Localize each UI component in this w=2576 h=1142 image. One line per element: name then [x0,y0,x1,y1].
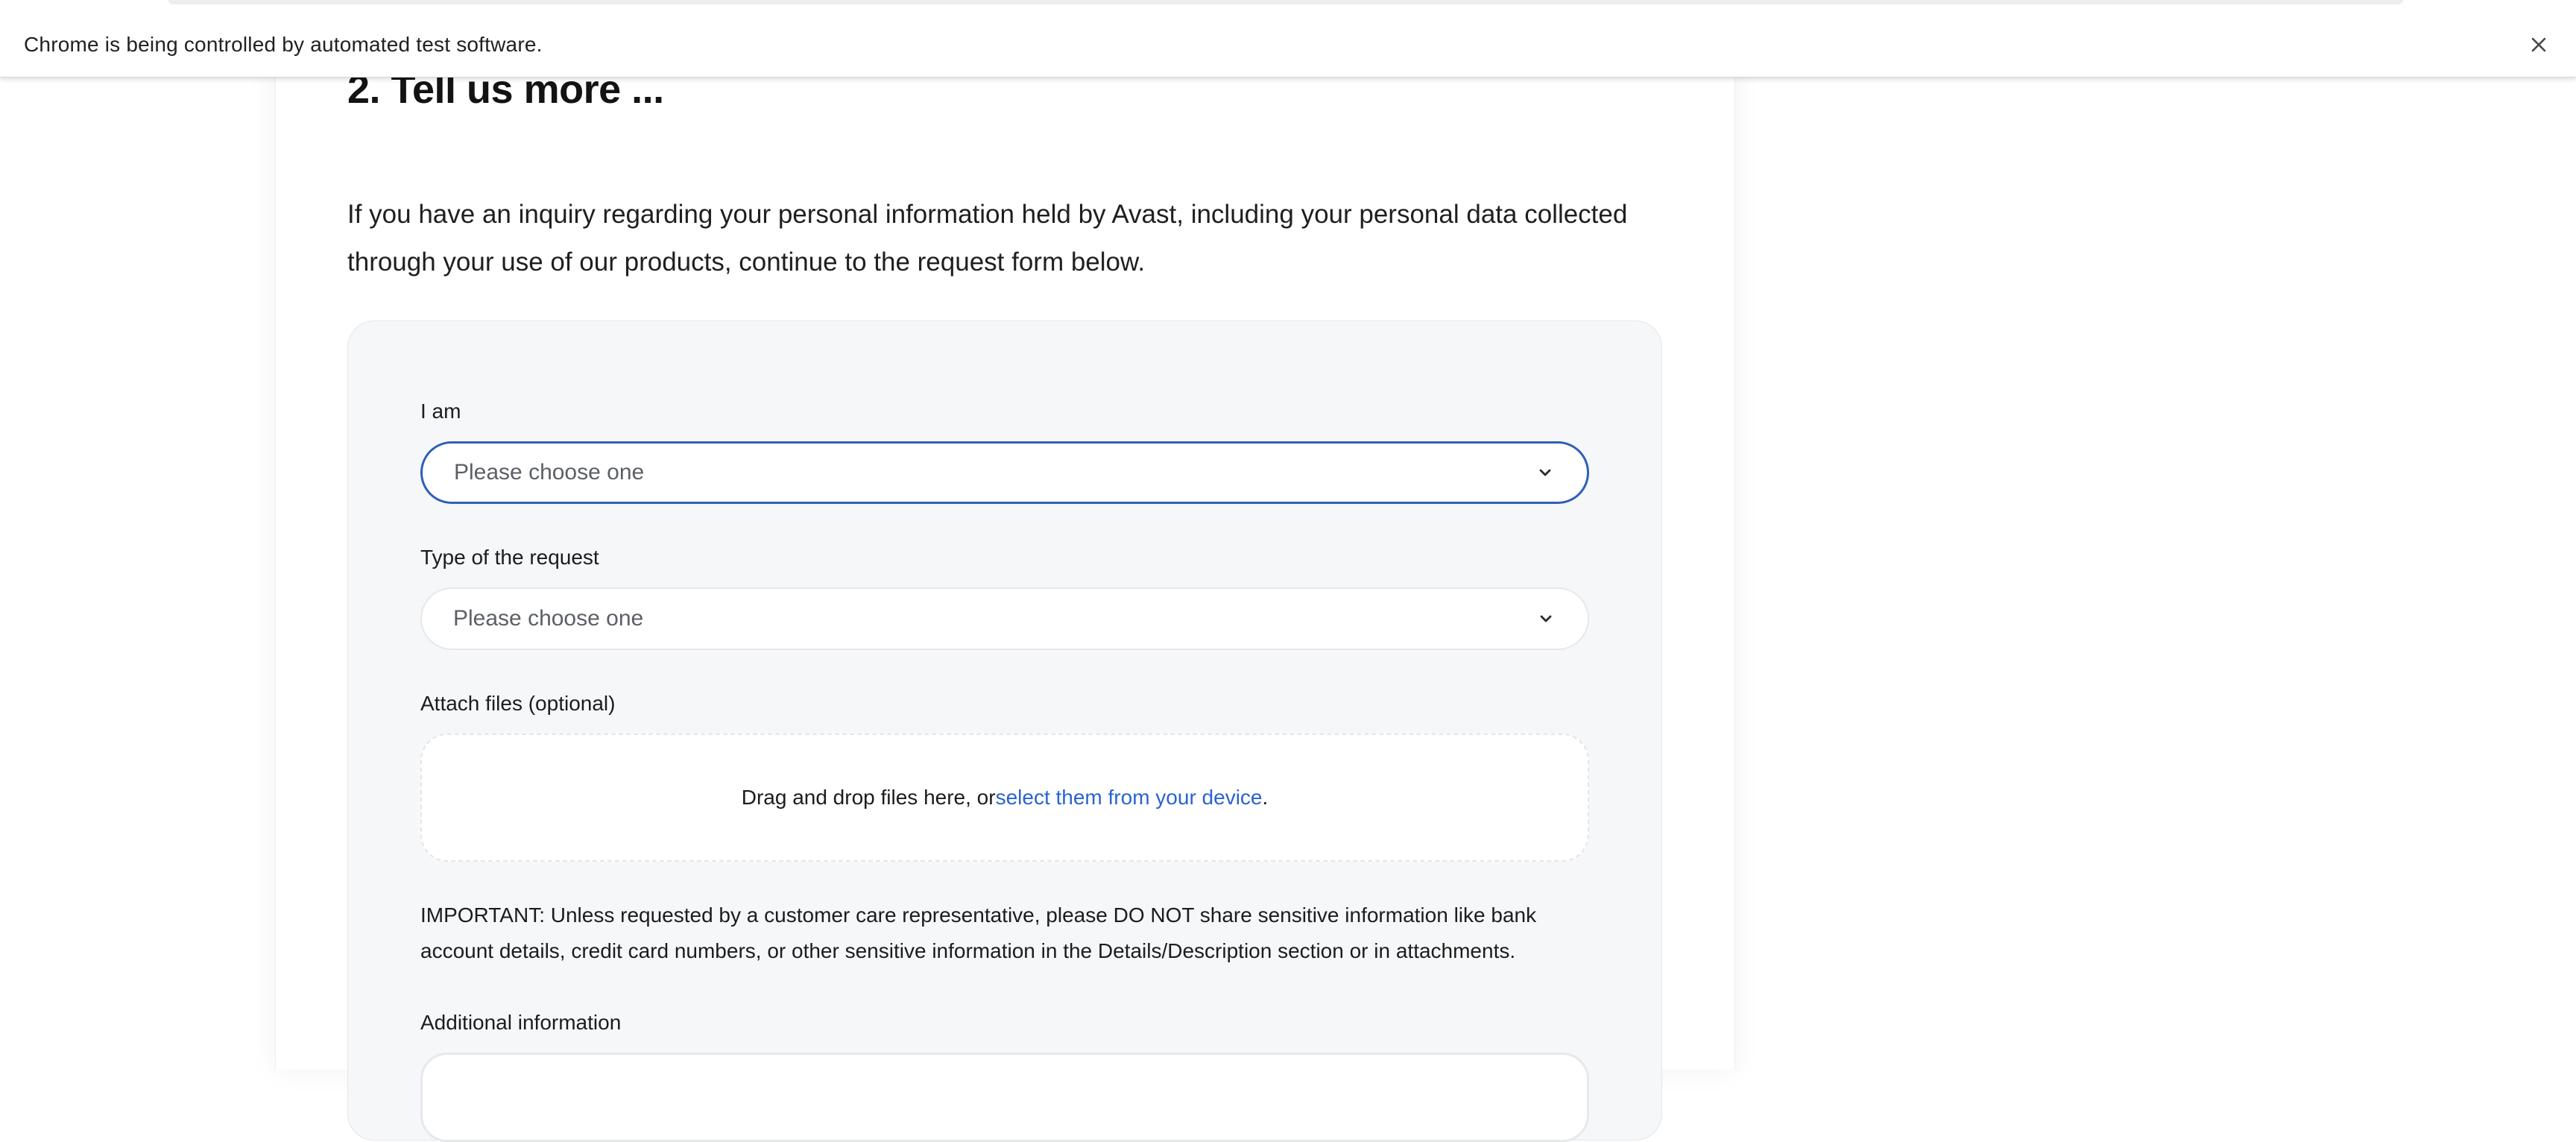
attach-files-label: Attach files (optional) [420,692,616,715]
additional-info-textarea[interactable] [420,1053,1589,1142]
i-am-label: I am [420,400,461,423]
select-files-link[interactable]: select them from your device [996,786,1263,810]
file-dropzone[interactable]: Drag and drop files here, or select them… [420,734,1589,862]
infobar-message: Chrome is being controlled by automated … [24,33,543,56]
request-type-label: Type of the request [420,546,599,569]
request-type-select[interactable]: Please choose one [420,587,1589,650]
chevron-down-icon [1537,610,1555,628]
dropzone-text: Drag and drop files here, or [741,786,996,809]
i-am-select[interactable]: Please choose one [420,441,1589,504]
important-notice: IMPORTANT: Unless requested by a custome… [420,903,1537,962]
intro-paragraph: If you have an inquiry regarding your pe… [347,200,1628,277]
request-type-select-value: Please choose one [453,606,644,631]
i-am-select-value: Please choose one [454,460,645,485]
additional-info-label: Additional information [420,1011,622,1034]
browser-toolbar-edge [168,0,2403,4]
automation-infobar: Chrome is being controlled by automated … [0,0,2576,78]
dropzone-period: . [1262,786,1269,809]
close-icon[interactable] [2522,28,2555,61]
chevron-down-icon [1536,464,1554,482]
